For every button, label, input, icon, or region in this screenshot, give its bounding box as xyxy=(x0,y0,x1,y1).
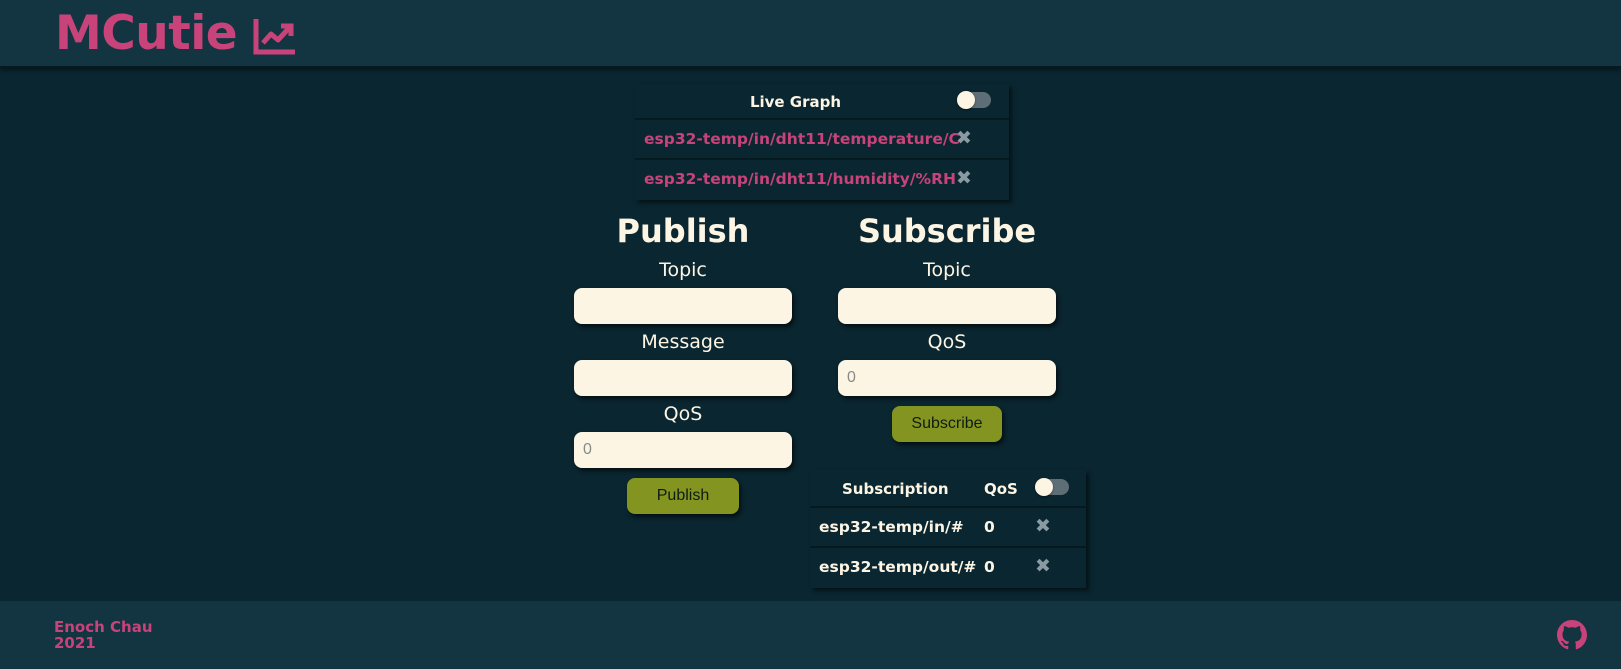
live-graph-row: esp32-temp/in/dht11/humidity/%RH ✖ xyxy=(635,160,1009,200)
subscription-qos: 0 xyxy=(984,518,995,536)
app-title: MCutie xyxy=(55,6,238,61)
subscribe-qos-label: QoS xyxy=(927,331,967,353)
publish-message-input[interactable] xyxy=(574,360,792,396)
toggle-knob xyxy=(1035,478,1053,496)
publish-title: Publish xyxy=(616,212,750,250)
brand[interactable]: MCutie xyxy=(55,4,296,64)
publish-qos-input[interactable] xyxy=(574,432,792,468)
live-graph-topic[interactable]: esp32-temp/in/dht11/humidity/%RH xyxy=(644,170,956,188)
close-icon[interactable]: ✖ xyxy=(956,168,972,188)
close-icon[interactable]: ✖ xyxy=(1035,516,1051,536)
subscribe-topic-label: Topic xyxy=(923,259,971,281)
subscribe-panel: Subscribe Topic QoS Subscribe xyxy=(838,210,1056,442)
table-row[interactable]: esp32-temp/out/# 0 ✖ xyxy=(810,548,1086,588)
author-name: Enoch Chau xyxy=(54,618,153,636)
publish-message-label: Message xyxy=(641,331,725,353)
close-icon[interactable]: ✖ xyxy=(1035,556,1051,576)
publish-qos-label: QoS xyxy=(663,403,703,425)
github-icon[interactable] xyxy=(1557,620,1587,650)
table-row[interactable]: esp32-temp/in/# 0 ✖ xyxy=(810,508,1086,548)
app-header: MCutie xyxy=(0,0,1621,68)
live-graph-label: Live Graph xyxy=(749,93,842,111)
subscriptions-header: Subscription QoS xyxy=(810,470,1086,508)
live-graph-header: Live Graph xyxy=(635,84,1009,120)
live-graph-topic[interactable]: esp32-temp/in/dht11/temperature/C xyxy=(644,130,960,148)
close-icon[interactable]: ✖ xyxy=(956,128,972,148)
publish-panel: Publish Topic Message QoS Publish xyxy=(574,210,792,514)
subscribe-qos-input[interactable] xyxy=(838,360,1056,396)
subscriptions-table: Subscription QoS esp32-temp/in/# 0 ✖ esp… xyxy=(810,470,1086,588)
publish-button[interactable]: Publish xyxy=(627,478,739,514)
copyright-year: 2021 xyxy=(54,634,96,652)
subscriptions-toggle[interactable] xyxy=(1035,478,1069,496)
publish-topic-label: Topic xyxy=(659,259,707,281)
live-graph-table: Live Graph esp32-temp/in/dht11/temperatu… xyxy=(635,84,1009,200)
subscription-topic: esp32-temp/in/# xyxy=(819,518,964,536)
subscribe-button[interactable]: Subscribe xyxy=(892,406,1002,442)
live-graph-row: esp32-temp/in/dht11/temperature/C ✖ xyxy=(635,120,1009,160)
toggle-knob xyxy=(957,91,975,109)
subscription-topic: esp32-temp/out/# xyxy=(819,558,977,576)
app-footer: Enoch Chau 2021 xyxy=(0,601,1621,669)
subscription-qos: 0 xyxy=(984,558,995,576)
column-header-qos: QoS xyxy=(984,480,1018,498)
chart-line-icon xyxy=(253,19,296,55)
publish-topic-input[interactable] xyxy=(574,288,792,324)
subscribe-title: Subscribe xyxy=(857,212,1037,250)
footer-credit: Enoch Chau 2021 xyxy=(54,619,153,651)
column-header-subscription: Subscription xyxy=(842,480,949,498)
subscribe-topic-input[interactable] xyxy=(838,288,1056,324)
live-graph-toggle[interactable] xyxy=(957,91,991,109)
